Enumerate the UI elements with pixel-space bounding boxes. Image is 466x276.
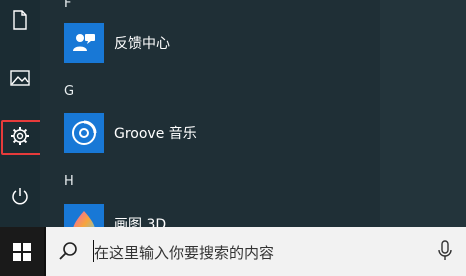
settings-highlight-box (1, 120, 44, 155)
feedback-hub-icon (73, 34, 95, 51)
power-button[interactable] (0, 178, 40, 214)
tiles-area (380, 0, 466, 227)
documents-button[interactable] (0, 2, 40, 38)
picture-icon (10, 70, 30, 86)
search-box[interactable]: 在这里输入你要搜索的内容 (46, 227, 466, 276)
feedback-hub-tile (64, 23, 104, 63)
taskbar: 在这里输入你要搜索的内容 (0, 227, 466, 276)
app-label-groove-music: Groove 音乐 (114, 126, 197, 142)
microphone-icon[interactable] (438, 240, 452, 262)
start-button[interactable] (0, 227, 44, 276)
section-letter-g[interactable]: G (64, 84, 74, 99)
section-letter-h[interactable]: H (64, 174, 74, 189)
power-icon (12, 188, 28, 205)
search-icon (59, 242, 77, 260)
windows-logo-icon (13, 242, 31, 261)
section-letter-f[interactable]: F (64, 0, 71, 11)
groove-music-icon (72, 120, 97, 145)
start-menu-rail (0, 0, 40, 227)
pictures-button[interactable] (0, 60, 40, 96)
app-item-groove-music[interactable]: Groove 音乐 (64, 112, 197, 154)
app-item-feedback-hub[interactable]: 反馈中心 (64, 22, 170, 64)
document-icon (13, 10, 27, 30)
groove-music-tile (64, 113, 104, 153)
search-placeholder[interactable]: 在这里输入你要搜索的内容 (94, 242, 274, 263)
app-list: F 反馈中心 G Groove 音乐 H 画图 3D (40, 0, 380, 244)
app-label-feedback-hub: 反馈中心 (114, 36, 170, 52)
